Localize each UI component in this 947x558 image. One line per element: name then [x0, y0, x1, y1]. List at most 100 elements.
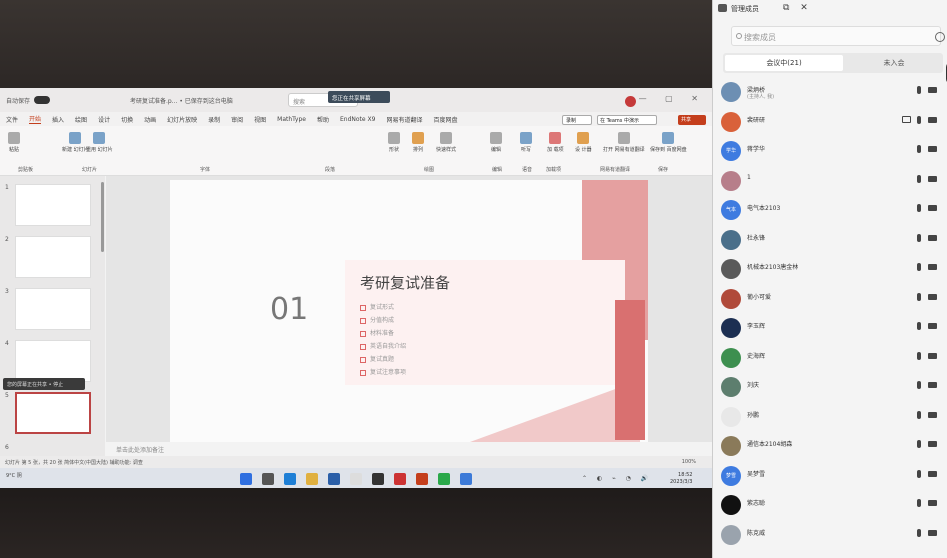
microphone-icon[interactable]	[917, 115, 921, 124]
thumbnail-scrollbar[interactable]	[101, 182, 104, 252]
member-row[interactable]: 梦雪 吴梦雪	[721, 464, 943, 492]
member-row[interactable]: 机械本2103唐金林	[721, 257, 943, 285]
menu-item[interactable]: 审阅	[231, 115, 243, 124]
microphone-icon[interactable]	[917, 204, 921, 212]
camera-icon[interactable]	[928, 529, 937, 536]
menu-item[interactable]: 视图	[254, 115, 266, 124]
record-button[interactable]: 录制	[562, 115, 592, 125]
app-icon[interactable]	[350, 473, 362, 485]
camera-icon[interactable]	[928, 205, 937, 211]
invite-member-icon[interactable]	[935, 32, 945, 42]
new-slide-button[interactable]: 新建 幻灯片	[62, 132, 89, 153]
member-row[interactable]: 通信本2104胡森	[721, 434, 943, 462]
camera-icon[interactable]	[928, 234, 937, 241]
microphone-icon[interactable]	[917, 440, 921, 448]
member-row[interactable]: 杜永锋	[721, 228, 943, 256]
slide-thumbnail[interactable]	[15, 340, 91, 382]
microphone-icon[interactable]	[917, 174, 921, 183]
microphone-icon[interactable]	[917, 86, 921, 94]
quick-styles-button[interactable]: 快速样式	[436, 132, 456, 153]
taskbar-clock[interactable]: 18:52 2023/3/3	[670, 472, 692, 486]
pdf-icon[interactable]	[394, 473, 406, 485]
member-row[interactable]: 葡小可爱	[721, 287, 943, 315]
member-row[interactable]: 1	[721, 169, 943, 197]
menu-item[interactable]: 幻灯片放映	[167, 115, 197, 124]
member-row[interactable]: 学华 蒋学华	[721, 139, 943, 167]
menu-item[interactable]: 插入	[52, 115, 64, 124]
camera-icon[interactable]	[928, 116, 937, 123]
camera-icon[interactable]	[928, 470, 937, 477]
meeting-app-icon[interactable]	[460, 473, 472, 485]
menu-item[interactable]: 录制	[208, 115, 220, 124]
slide-thumbnail[interactable]	[15, 392, 91, 434]
member-row[interactable]: 紫志聪	[721, 493, 943, 521]
menu-item[interactable]: MathType	[277, 116, 306, 123]
microphone-icon[interactable]	[917, 351, 921, 360]
slide-thumbnail[interactable]	[15, 184, 91, 226]
camera-icon[interactable]	[928, 323, 937, 329]
arrange-button[interactable]: 排列	[412, 132, 424, 153]
baidu-save-button[interactable]: 保存到 百度网盘	[650, 132, 687, 153]
edge-icon[interactable]	[284, 473, 296, 485]
start-icon[interactable]	[240, 473, 252, 485]
menu-item[interactable]: 绘图	[75, 115, 87, 124]
menu-item[interactable]: 动画	[144, 115, 156, 124]
microphone-icon[interactable]	[917, 263, 921, 271]
panel-window-controls[interactable]: ⧉ ✕	[783, 3, 812, 13]
menu-item[interactable]: 开始	[29, 114, 42, 124]
folder-icon[interactable]	[306, 473, 318, 485]
menu-item[interactable]: 网易有道翻译	[386, 115, 422, 124]
camera-icon[interactable]	[928, 411, 937, 418]
camera-icon[interactable]	[928, 146, 937, 152]
system-tray[interactable]: ⌃ ◐ ⌁ ◔ 🔊	[582, 475, 652, 482]
zoom-level[interactable]: 100%	[682, 459, 696, 465]
microphone-icon[interactable]	[917, 233, 921, 242]
screen-share-banner[interactable]: 您正在共享屏幕	[328, 91, 390, 103]
menu-item[interactable]: 切换	[121, 115, 133, 124]
member-row[interactable]: 裴研研	[721, 110, 943, 138]
microphone-icon[interactable]	[917, 528, 921, 537]
zotero-icon[interactable]	[372, 473, 384, 485]
slide-thumbnail[interactable]	[15, 236, 91, 278]
dictate-button[interactable]: 听写	[520, 132, 532, 153]
add-ins-button[interactable]: 加 载项	[547, 132, 564, 153]
current-slide[interactable]: 01 考研复试准备 复试形式 分值构成 材料准备 英语自我介绍 复试真题 复试注…	[170, 180, 648, 442]
member-row[interactable]: 刘庆	[721, 375, 943, 403]
microphone-icon[interactable]	[917, 381, 921, 389]
tab-in-meeting[interactable]: 会议中(21)	[725, 55, 843, 71]
microphone-icon[interactable]	[917, 322, 921, 330]
menu-item[interactable]: 设计	[98, 115, 110, 124]
camera-icon[interactable]	[928, 500, 937, 506]
member-search-input[interactable]: 搜索成员	[731, 26, 941, 46]
search-icon[interactable]	[262, 473, 274, 485]
menu-item[interactable]: 百度网盘	[433, 115, 457, 124]
member-row[interactable]: 梁炳桥 (主持人, 我)	[721, 80, 943, 108]
wechat-icon[interactable]	[438, 473, 450, 485]
microphone-icon[interactable]	[917, 410, 921, 419]
weather-widget[interactable]: 9°C 阴	[6, 472, 22, 479]
powerpoint-icon[interactable]	[416, 473, 428, 485]
member-row[interactable]: 孙鹏	[721, 405, 943, 433]
window-controls[interactable]: — ▢ ✕	[639, 94, 706, 103]
designer-button[interactable]: 设 计器	[575, 132, 592, 153]
youdao-translate-button[interactable]: 打开 网易有道翻译	[603, 132, 645, 153]
editing-button[interactable]: 编辑	[490, 132, 502, 153]
notes-pane[interactable]: 单击此处添加备注	[106, 442, 712, 456]
shapes-button[interactable]: 形状	[388, 132, 400, 153]
reuse-slide-button[interactable]: 重用 幻灯片	[86, 132, 113, 153]
member-row[interactable]: 气本 电气本2103	[721, 198, 943, 226]
present-in-teams-button[interactable]: 在 Teams 中演示	[597, 115, 657, 125]
camera-icon[interactable]	[928, 87, 937, 93]
member-row[interactable]: 李玉辉	[721, 316, 943, 344]
paste-button[interactable]: 粘贴	[8, 132, 20, 153]
menu-item[interactable]: 帮助	[317, 115, 329, 124]
camera-icon[interactable]	[928, 293, 937, 300]
camera-icon[interactable]	[928, 175, 937, 182]
camera-icon[interactable]	[928, 382, 937, 388]
microphone-icon[interactable]	[917, 145, 921, 153]
tab-not-joined[interactable]: 未入会	[847, 55, 941, 71]
menu-item[interactable]: EndNote X9	[340, 116, 375, 123]
word-icon[interactable]	[328, 473, 340, 485]
slide-thumbnail[interactable]	[15, 288, 91, 330]
member-row[interactable]: 陈克威	[721, 523, 943, 551]
